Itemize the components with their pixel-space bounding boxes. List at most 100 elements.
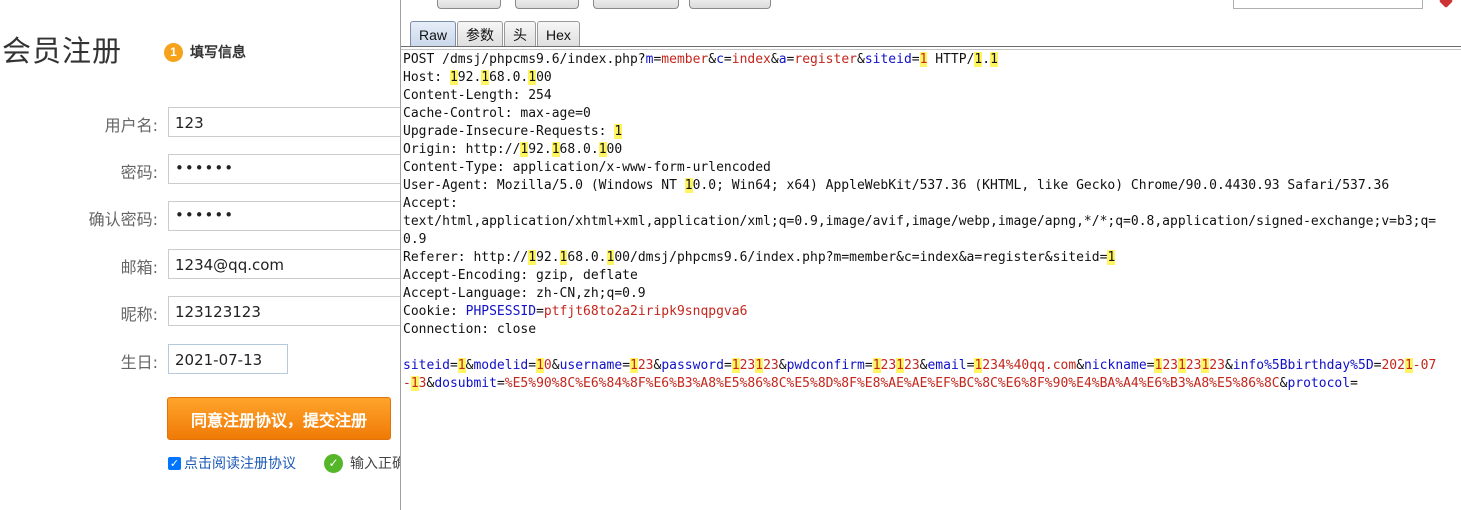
request-token: User-Agent: Mozilla/5.0 (Windows NT (403, 178, 685, 193)
request-token: - (403, 376, 411, 391)
request-token: Origin: http:// (403, 142, 521, 157)
request-token: 23 (1185, 358, 1202, 373)
toolbar-button-4[interactable] (689, 0, 771, 9)
request-token: & (770, 52, 779, 67)
request-token: Cookie: (403, 304, 466, 319)
request-token: 0 (543, 358, 552, 373)
request-line: -13&dosubmit=%E5%90%8C%E6%84%8F%E6%B3%A8… (403, 375, 1460, 393)
request-token: = (622, 358, 631, 373)
request-token: 202 (1381, 358, 1405, 373)
step-indicator: 1 填写信息 (164, 42, 246, 62)
request-token: = (1350, 376, 1358, 391)
request-token: & (857, 52, 865, 67)
request-token: c (716, 52, 724, 67)
request-token: email (927, 358, 967, 373)
request-token: . (982, 52, 991, 67)
username-input[interactable]: 123 (168, 107, 400, 137)
search-field[interactable] (1233, 0, 1423, 9)
request-token: text/html,application/xhtml+xml,applicat… (403, 214, 1437, 229)
request-line: Origin: http://192.168.0.100 (403, 141, 1460, 159)
request-line: Host: 192.168.0.100 (403, 69, 1460, 87)
request-token: password (661, 358, 724, 373)
request-token: 1 (731, 358, 740, 373)
request-token: 68.0. (559, 142, 599, 157)
request-token: 23 (1162, 358, 1178, 373)
toolbar-button-2[interactable] (515, 0, 579, 9)
step-label: 填写信息 (190, 45, 246, 61)
validation-hint-text: 输入正确 (350, 456, 400, 472)
nickname-input[interactable]: 123123123 (168, 296, 400, 326)
request-viewer-panel: Raw 参数 头 Hex POST /dmsj/phpcms9.6/index.… (400, 0, 1461, 510)
request-token: 92. (528, 142, 552, 157)
confirm-password-input[interactable]: •••••• (168, 201, 400, 231)
form-row-birthday: 生日: 2021-07-13 (0, 344, 400, 374)
request-line: Referer: http://192.168.0.100/dmsj/phpcm… (403, 249, 1460, 267)
request-token: ptfjt68to2a2iripk9snqpgva6 (543, 304, 748, 319)
birthday-input[interactable]: 2021-07-13 (168, 344, 288, 374)
request-token: 1 (457, 358, 466, 373)
request-token: 1 (528, 250, 537, 265)
request-token: 23 (880, 358, 897, 373)
toolbar-button-1[interactable] (437, 0, 501, 9)
request-token: Content-Type: application/x-www-form-url… (403, 160, 771, 175)
validation-hint: ✓ 输入正确 (324, 453, 400, 473)
request-token: 1 (598, 142, 607, 157)
request-line: User-Agent: Mozilla/5.0 (Windows NT 10.0… (403, 177, 1460, 195)
request-token: 1 (449, 70, 458, 85)
agree-protocol-link[interactable]: 点击阅读注册协议 (184, 453, 296, 473)
tab-params[interactable]: 参数 (457, 21, 504, 47)
form-row-nickname: 昵称: 123123123 (0, 296, 400, 326)
tab-hex[interactable]: Hex (537, 21, 580, 47)
request-token: 1 (896, 358, 904, 373)
request-line: Accept: (403, 195, 1460, 213)
request-line: Cookie: PHPSESSID=ptfjt68to2a2iripk9snqp… (403, 303, 1460, 321)
request-token: username (559, 358, 623, 373)
request-token: = (864, 358, 873, 373)
request-token: = (723, 358, 732, 373)
registration-form-panel: 会员注册 1 填写信息 用户名: 123 密码: •••••• 确认密码: ••… (0, 0, 400, 510)
request-token: member (661, 52, 709, 67)
viewer-tabs: Raw 参数 头 Hex (410, 21, 581, 47)
request-token: info%5Bbirthday%5D (1232, 358, 1374, 373)
request-token: = (723, 52, 732, 67)
request-token: 92. (536, 250, 560, 265)
request-token: 1 (481, 70, 490, 85)
request-token: 1 (872, 358, 881, 373)
request-token: 00 (536, 70, 552, 85)
request-token: Connection: close (403, 322, 537, 337)
request-line: Cache-Control: max-age=0 (403, 105, 1460, 123)
tab-raw[interactable]: Raw (410, 21, 457, 47)
request-token: siteid (864, 52, 912, 67)
request-token: register (794, 52, 857, 67)
form-row-confirm-password: 确认密码: •••••• (0, 201, 400, 231)
request-token: = (911, 52, 920, 67)
request-token: pwdconfirm (786, 358, 865, 373)
tab-headers[interactable]: 头 (504, 21, 537, 47)
request-token: index (731, 52, 771, 67)
email-label: 邮箱: (120, 258, 158, 277)
request-token: 0.9 (403, 232, 427, 247)
request-token: 0.0; Win64; x64) AppleWebKit/537.36 (KHT… (692, 178, 1390, 193)
request-token: 1 (1404, 358, 1413, 373)
request-token: HTTP/ (927, 52, 975, 67)
agree-checkbox[interactable]: ✓ (168, 456, 181, 470)
request-token: Content-Length: 254 (403, 88, 552, 103)
toolbar-button-3[interactable] (593, 0, 679, 9)
raw-request-text[interactable]: POST /dmsj/phpcms9.6/index.php?m=member&… (403, 51, 1460, 393)
request-token: Accept: (403, 196, 458, 211)
username-label: 用户名: (104, 116, 158, 135)
request-token: nickname (1084, 358, 1147, 373)
request-line: Accept-Language: zh-CN,zh;q=0.9 (403, 285, 1460, 303)
step-number-badge: 1 (164, 42, 183, 62)
password-input[interactable]: •••••• (168, 154, 400, 184)
request-token: & (778, 358, 787, 373)
request-token: = (449, 358, 458, 373)
request-line: text/html,application/xhtml+xml,applicat… (403, 213, 1460, 231)
tool-icon[interactable] (1438, 0, 1454, 9)
email-input[interactable]: 1234@qq.com (168, 249, 400, 279)
request-token: 1 (410, 376, 419, 391)
request-token: 1 (990, 52, 998, 67)
request-token: dosubmit (434, 376, 497, 391)
request-token: = (528, 358, 537, 373)
submit-register-button[interactable]: 同意注册协议，提交注册 (167, 397, 391, 440)
